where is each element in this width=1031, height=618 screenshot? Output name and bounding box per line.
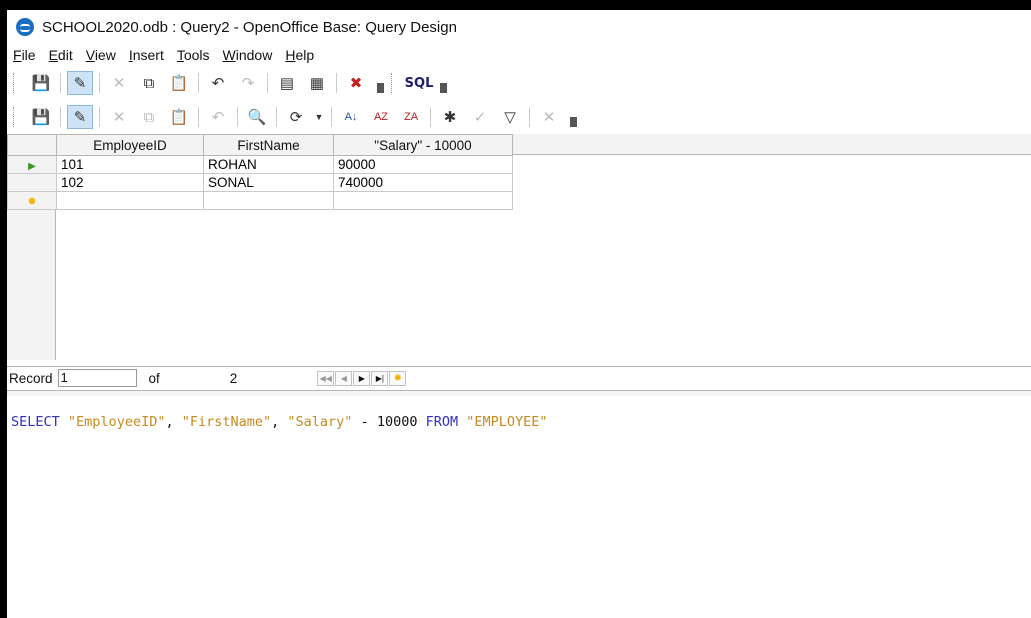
find-icon[interactable]: 🔍 (244, 105, 270, 129)
toolbar-separator (430, 107, 431, 127)
toolbar-separator (336, 73, 337, 93)
sort-descending-icon[interactable]: ZA (398, 105, 424, 129)
last-record-icon[interactable]: ▶| (371, 370, 389, 386)
new-record-nav-icon[interactable]: ✹ (389, 370, 407, 386)
menu-file[interactable]: File (7, 47, 43, 63)
record-nav-buttons: ◀◀ ◀ ▶ ▶| ✹ (317, 370, 407, 386)
toolbar-separator (331, 107, 332, 127)
toolbar-separator (60, 107, 61, 127)
sort-ascending-icon[interactable]: A↓ (338, 105, 364, 129)
autofilter-icon[interactable]: ✱ (437, 105, 463, 129)
menu-insert[interactable]: Insert (123, 47, 171, 63)
next-record-icon[interactable]: ▶ (353, 370, 371, 386)
copy-icon[interactable]: ⧉ (136, 71, 162, 95)
cell-salary[interactable]: 740000 (333, 173, 513, 192)
sort-ascending-az-icon[interactable]: AZ (368, 105, 394, 129)
sql-icon[interactable]: SQL (405, 71, 434, 95)
toolbar-separator (198, 73, 199, 93)
menu-edit[interactable]: Edit (43, 47, 80, 63)
standard-filter-icon[interactable]: ✓ (467, 105, 493, 129)
title-bar: SCHOOL2020.odb : Query2 - OpenOffice Bas… (7, 10, 1031, 44)
menu-tools[interactable]: Tools (171, 47, 217, 63)
column-header[interactable]: "Salary" - 10000 (333, 134, 513, 156)
toolbar-grip[interactable] (13, 107, 20, 127)
menu-view[interactable]: View (80, 47, 123, 63)
new-record-icon[interactable]: ✹ (7, 191, 57, 210)
of-label: of (148, 370, 160, 386)
result-grid: EmployeeID FirstName "Salary" - 10000 ▶ … (7, 134, 1031, 374)
current-row-marker-icon[interactable]: ▶ (7, 155, 57, 174)
toolbar-separator (237, 107, 238, 127)
copy-icon[interactable]: ⧉ (136, 105, 162, 129)
toolbar-separator (99, 73, 100, 93)
dropdown-arrow-icon[interactable]: ▼ (313, 105, 325, 129)
previous-record-icon[interactable]: ◀ (335, 370, 353, 386)
toolbar-separator (198, 107, 199, 127)
table-row[interactable]: ▶ 101 ROHAN 90000 (7, 155, 513, 174)
query-design-toolbar: 💾 ✎ ✕ ⧉ 📋 ↶ ↷ ▤ ▦ ✖ SQL (7, 66, 1031, 100)
app-window: SCHOOL2020.odb : Query2 - OpenOffice Bas… (7, 10, 1031, 618)
sql-query-text[interactable]: SELECT "EmployeeID", "FirstName", "Salar… (11, 414, 548, 430)
cut-icon[interactable]: ✕ (106, 71, 132, 95)
new-record-row[interactable]: ✹ (7, 191, 513, 210)
cell-empty[interactable] (203, 191, 334, 210)
cell-empty[interactable] (333, 191, 513, 210)
paste-icon[interactable]: 📋 (166, 105, 192, 129)
save-icon[interactable]: 💾 (28, 71, 54, 95)
toolbar-separator (276, 107, 277, 127)
toolbar-grip[interactable] (391, 73, 398, 93)
cell-empty[interactable] (56, 191, 204, 210)
table-data-toolbar: 💾 ✎ ✕ ⧉ 📋 ↶ 🔍 ⟳ ▼ A↓ AZ ZA ✱ ✓ ▽ ✕ (7, 100, 1031, 134)
grid-header-filler (512, 134, 1031, 155)
column-header[interactable]: EmployeeID (56, 134, 204, 156)
menu-bar: File Edit View Insert Tools Window Help (7, 44, 1031, 66)
redo-icon[interactable]: ↷ (235, 71, 261, 95)
toolbar-overflow-icon[interactable] (568, 107, 578, 127)
corner-cell[interactable] (7, 134, 57, 156)
record-number-field[interactable]: 1 (57, 369, 137, 387)
undo-icon[interactable]: ↶ (205, 105, 231, 129)
delete-icon[interactable]: ✖ (343, 71, 369, 95)
record-label: Record (9, 370, 53, 386)
record-total: 2 (229, 370, 238, 386)
openoffice-icon (16, 18, 34, 36)
remove-filter-icon[interactable]: ✕ (536, 105, 562, 129)
record-navigation-bar: Record 1 of 2 ◀◀ ◀ ▶ ▶| ✹ (7, 366, 1031, 389)
table-row[interactable]: 102 SONAL 740000 (7, 173, 513, 192)
toolbar-grip[interactable] (13, 73, 20, 93)
toolbar-overflow-icon[interactable] (375, 73, 385, 93)
refresh-icon[interactable]: ⟳ (283, 105, 309, 129)
cell-employeeid[interactable]: 101 (56, 155, 204, 174)
run-query-icon[interactable]: ▤ (274, 71, 300, 95)
edit-mode-icon[interactable]: ✎ (67, 71, 93, 95)
column-header[interactable]: FirstName (203, 134, 334, 156)
toolbar-separator (267, 73, 268, 93)
sql-editor[interactable]: SELECT "EmployeeID", "FirstName", "Salar… (7, 396, 1031, 618)
menu-help[interactable]: Help (279, 47, 321, 63)
row-handle[interactable] (7, 173, 57, 192)
clear-query-icon[interactable]: ▦ (304, 71, 330, 95)
save-record-icon[interactable]: 💾 (28, 105, 54, 129)
cut-icon[interactable]: ✕ (106, 105, 132, 129)
result-table: EmployeeID FirstName "Salary" - 10000 ▶ … (7, 134, 513, 210)
edit-data-icon[interactable]: ✎ (67, 105, 93, 129)
window-title: SCHOOL2020.odb : Query2 - OpenOffice Bas… (42, 18, 457, 36)
toolbar-separator (99, 107, 100, 127)
toolbar-overflow-icon[interactable] (438, 73, 448, 93)
first-record-icon[interactable]: ◀◀ (317, 370, 335, 386)
cell-firstname[interactable]: SONAL (203, 173, 334, 192)
toolbar-separator (60, 73, 61, 93)
menu-window[interactable]: Window (217, 47, 280, 63)
paste-icon[interactable]: 📋 (166, 71, 192, 95)
apply-filter-icon[interactable]: ▽ (497, 105, 523, 129)
cell-employeeid[interactable]: 102 (56, 173, 204, 192)
toolbar-separator (529, 107, 530, 127)
undo-icon[interactable]: ↶ (205, 71, 231, 95)
cell-firstname[interactable]: ROHAN (203, 155, 334, 174)
cell-salary[interactable]: 90000 (333, 155, 513, 174)
